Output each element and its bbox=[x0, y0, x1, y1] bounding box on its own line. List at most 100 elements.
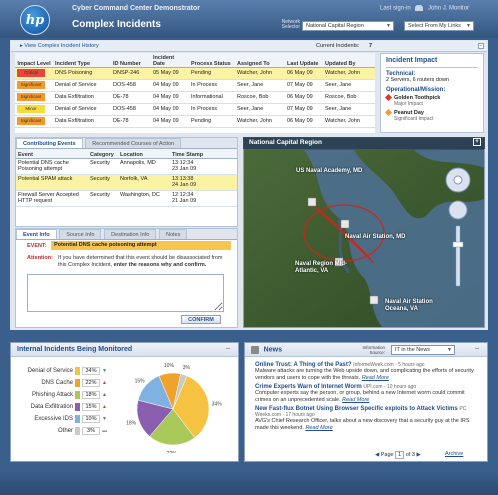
col-header[interactable]: Event bbox=[16, 149, 88, 159]
event-time-date: 21 Jan 09 bbox=[172, 197, 197, 204]
signin-label: Last sign-in bbox=[380, 5, 411, 12]
map-label[interactable]: Naval Air Station, MD bbox=[345, 234, 405, 240]
event-name: Potential SPAM attack bbox=[16, 174, 88, 191]
my-links-select[interactable]: Select From My Links ▼ bbox=[404, 21, 474, 31]
incidents-header-row: Impact Level Incident Type ID Number Inc… bbox=[15, 53, 375, 68]
signin-user[interactable]: John J. Monitor bbox=[428, 6, 469, 12]
col-header[interactable]: Impact Level bbox=[15, 53, 53, 68]
incident-row[interactable]: Critical DNS Poisoning DNSP-246 05 May 09 Pe… bbox=[15, 67, 375, 80]
next-page-icon[interactable]: ▶ bbox=[416, 452, 420, 458]
tab-source-info[interactable]: Source Info bbox=[59, 229, 102, 239]
incident-row[interactable]: Significant Denial of Service DOS-458 04 Ma… bbox=[15, 79, 375, 92]
incident-status: Pending bbox=[191, 118, 212, 124]
incident-row[interactable]: Minor Denial of Service DOS-458 04 May 09 In… bbox=[15, 103, 375, 116]
tab-notes[interactable]: Notes bbox=[158, 229, 188, 239]
incident-assigned: Watcher, John bbox=[237, 70, 272, 76]
incident-type: Denial of Service bbox=[55, 82, 97, 88]
tab-recommended-courses[interactable]: Recommended Courses of Action bbox=[85, 138, 182, 148]
event-category: Security bbox=[88, 174, 118, 191]
incident-id: DNSP-246 bbox=[113, 70, 140, 76]
event-row[interactable]: Potential DNS cache Poisoning attempt Se… bbox=[16, 158, 237, 175]
col-header[interactable]: Time Stamp bbox=[170, 149, 237, 159]
category-row[interactable]: Data Exfiltration 15% ▲ bbox=[15, 401, 107, 413]
table-cell: Critical bbox=[15, 67, 53, 80]
map-label[interactable]: US Naval Academy, MD bbox=[296, 168, 362, 174]
satellite-map[interactable] bbox=[244, 138, 485, 328]
col-header[interactable]: Updated By bbox=[323, 53, 375, 68]
minimize-icon[interactable]: – bbox=[475, 345, 479, 352]
table-cell: Data Exfiltration bbox=[53, 91, 111, 104]
col-header[interactable]: ID Number bbox=[111, 53, 151, 68]
arrow-icon: ▸ bbox=[20, 43, 23, 49]
reason-input[interactable] bbox=[27, 274, 224, 312]
pie-label: 15% bbox=[135, 378, 146, 384]
incident-type: Denial of Service bbox=[55, 106, 97, 112]
minimize-icon[interactable]: – bbox=[226, 345, 230, 352]
incident-updated-by: Seer, Jane bbox=[325, 82, 352, 88]
col-header[interactable]: Incident Type bbox=[53, 53, 111, 68]
category-swatch bbox=[75, 415, 80, 423]
incident-updated-by: Seer, Jane bbox=[325, 106, 352, 112]
pager-label: Page bbox=[380, 452, 394, 458]
network-selector[interactable]: National Capital Region ▼ bbox=[302, 21, 394, 31]
table-cell: 07 May 09 bbox=[285, 79, 323, 92]
current-incidents-label: Current Incidents: bbox=[316, 43, 360, 49]
expand-icon[interactable]: + bbox=[473, 138, 481, 146]
col-header[interactable]: Location bbox=[118, 149, 170, 159]
category-row[interactable]: Other 3% ▬ bbox=[15, 425, 107, 437]
operational-item-level: Significant Impact bbox=[394, 116, 434, 123]
read-more-link[interactable]: Read More bbox=[305, 425, 332, 431]
col-header[interactable]: Last Update bbox=[285, 53, 323, 68]
page-title: Complex Incidents bbox=[72, 19, 161, 30]
page-input[interactable]: 1 bbox=[395, 451, 405, 459]
tab-event-info[interactable]: Event Info bbox=[16, 229, 57, 239]
map-label[interactable]: Naval Air Station Oceana, VA bbox=[385, 299, 445, 313]
table-cell: 06 May 09 bbox=[285, 115, 323, 128]
category-swatch bbox=[75, 391, 80, 399]
table-cell: DOS-458 bbox=[111, 79, 151, 92]
table-cell: DOS-458 bbox=[111, 103, 151, 116]
category-row[interactable]: Excessive IDS 10% ▼ bbox=[15, 413, 107, 425]
event-category: Security bbox=[88, 158, 118, 175]
incident-row[interactable]: Significant Data Exfiltration DE-78 04 May … bbox=[15, 91, 375, 104]
event-value: Potential DNS cache poisoning attempt bbox=[51, 241, 231, 250]
tab-contributing-events[interactable]: Contributing Events bbox=[16, 138, 83, 148]
table-cell: Significant bbox=[15, 91, 53, 104]
col-header[interactable]: Assigned To bbox=[235, 53, 285, 68]
read-more-link[interactable]: Read More bbox=[362, 375, 389, 381]
view-history-link[interactable]: ▸ View Complex Incident History bbox=[20, 43, 99, 49]
incident-date: 04 May 09 bbox=[153, 118, 179, 124]
close-icon[interactable]: – bbox=[478, 43, 484, 49]
category-row[interactable]: DNS Cache 22% ▲ bbox=[15, 377, 107, 389]
event-location: Annapolis, MD bbox=[118, 158, 170, 175]
operational-item-level: Major Impact bbox=[394, 101, 423, 108]
incident-assigned: Watcher, John bbox=[237, 118, 272, 124]
category-row[interactable]: Denial of Service 34% ▼ bbox=[15, 365, 107, 377]
tab-destination-info[interactable]: Destination Info bbox=[104, 229, 157, 239]
incident-assigned: Roscoe, Bob bbox=[237, 94, 269, 100]
table-cell: Seer, Jane bbox=[235, 103, 285, 116]
map-label[interactable]: Naval Region Mid-Atlantic, VA bbox=[295, 261, 355, 275]
col-header[interactable]: Incident Date bbox=[151, 53, 189, 68]
read-more-link[interactable]: Read More bbox=[342, 397, 369, 403]
event-row[interactable]: Firewall Server Accepted HTTP request Se… bbox=[16, 190, 237, 207]
category-label: Denial of Service bbox=[27, 368, 73, 374]
col-header[interactable]: Process Status bbox=[189, 53, 235, 68]
event-row[interactable]: Potential SPAM attack Security Norfolk, … bbox=[16, 174, 237, 191]
col-header[interactable]: Category bbox=[88, 149, 118, 159]
confirm-button[interactable]: CONFIRM bbox=[181, 315, 221, 324]
category-row[interactable]: Phishing Attack 18% ▲ bbox=[15, 389, 107, 401]
table-cell: 04 May 09 bbox=[151, 79, 189, 92]
table-cell: Roscoe, Bob bbox=[323, 91, 375, 104]
prev-page-icon[interactable]: ◀ bbox=[375, 452, 379, 458]
news-pager: ◀ Page 1 of 3 ▶ bbox=[375, 451, 421, 459]
info-source-select[interactable]: IT in the News ▼ bbox=[391, 345, 455, 355]
category-percent: 22% bbox=[82, 379, 100, 387]
table-cell: Watcher, John bbox=[235, 115, 285, 128]
archive-link[interactable]: Archive bbox=[445, 451, 463, 457]
incident-row[interactable]: Significant Data Exfiltration DE-78 04 May … bbox=[15, 115, 375, 128]
trend-flat-icon: ▬ bbox=[102, 428, 107, 434]
event-category: Security bbox=[88, 190, 118, 207]
map-view[interactable] bbox=[243, 137, 485, 328]
table-cell: 05 May 09 bbox=[151, 67, 189, 80]
